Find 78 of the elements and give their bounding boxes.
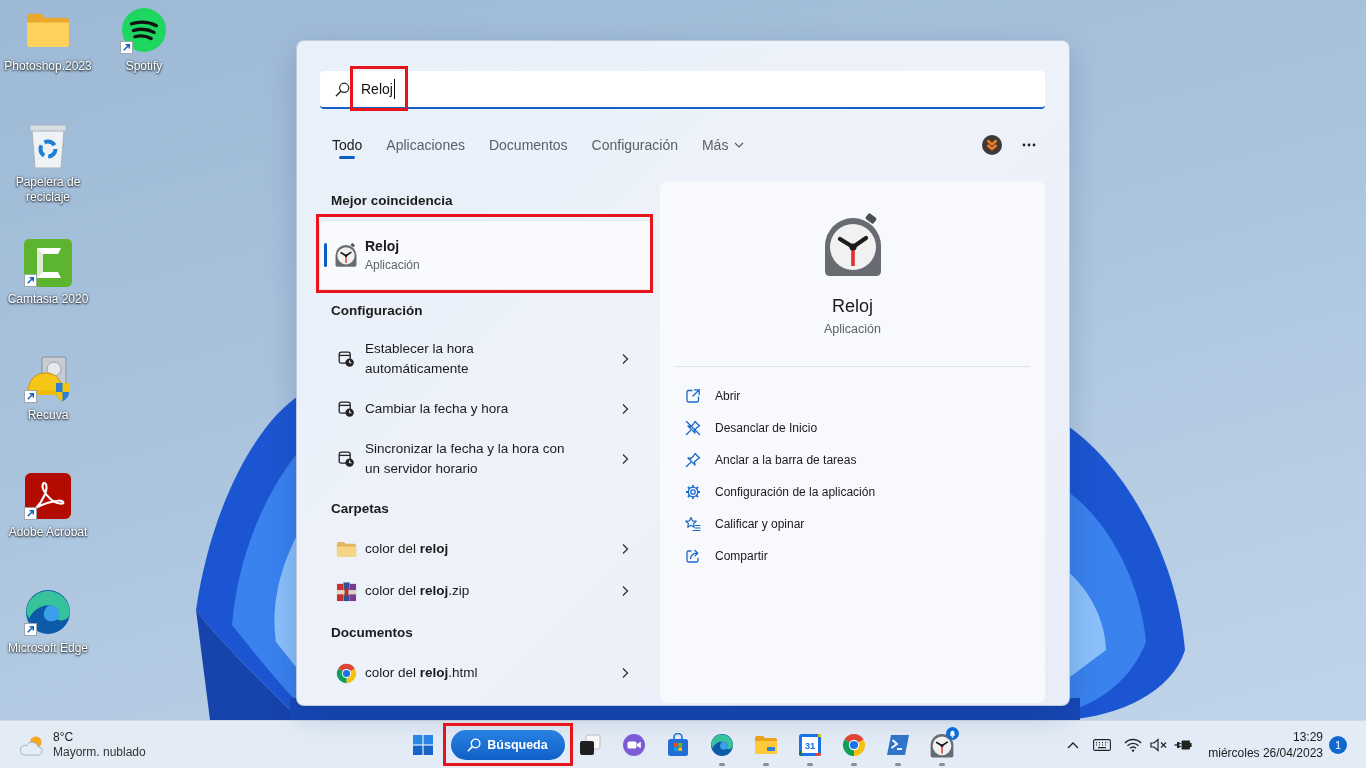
- calendar-clock-icon: [338, 401, 354, 417]
- section-heading: Configuración: [330, 302, 423, 320]
- app-type: Aplicación: [824, 321, 881, 338]
- result-item[interactable]: Establecer la hora automáticamente: [320, 331, 650, 387]
- tricolor-circle-icon[interactable]: [841, 733, 866, 757]
- action-item[interactable]: Anclar a la barra de tareas: [675, 444, 1030, 476]
- filter-tab[interactable]: Documentos: [476, 128, 580, 162]
- chevron-icon: [621, 403, 629, 415]
- bracket-tile-icon: [24, 238, 72, 287]
- video-camera-circle-icon[interactable]: [621, 733, 646, 757]
- wifi-icon[interactable]: [1124, 738, 1143, 752]
- action-item[interactable]: Desanclar de Inicio: [675, 412, 1030, 444]
- filter-tab[interactable]: Todo: [320, 128, 375, 162]
- overlapping-squares-icon[interactable]: [578, 734, 601, 756]
- chevron-icon: [621, 353, 629, 365]
- clock-icon: [334, 243, 358, 267]
- action-item[interactable]: Abrir: [675, 380, 1030, 412]
- terminal-icon[interactable]: [885, 734, 910, 756]
- search-icon: [467, 738, 482, 752]
- action-item[interactable]: Compartir: [675, 540, 1030, 572]
- chevron-up-icon[interactable]: [1067, 741, 1080, 749]
- result-item[interactable]: Sincronizar la fecha y la hora con un servidor horario: [320, 431, 650, 487]
- keyboard-icon[interactable]: [1093, 739, 1112, 751]
- shopping-bag-icon[interactable]: [665, 733, 690, 757]
- result-item[interactable]: Cambiar la fecha y hora: [320, 389, 650, 429]
- muted-speaker-icon[interactable]: [1150, 738, 1169, 752]
- section-heading: Documentos: [330, 624, 413, 642]
- calendar-clock-icon: [338, 451, 354, 467]
- profile-avatar-icon[interactable]: [982, 135, 1002, 155]
- folder-icon: [335, 540, 357, 558]
- chevron-down-icon: [734, 142, 745, 148]
- notification-count[interactable]: 1: [1329, 736, 1347, 754]
- pin-icon: [685, 452, 701, 468]
- chevron-icon: [621, 585, 629, 597]
- action-item[interactable]: Calificar y opinar: [675, 508, 1030, 540]
- tricolor-circle-icon: [335, 662, 357, 684]
- wave-swirl-icon[interactable]: [709, 733, 734, 757]
- result-item[interactable]: Reloj Aplicación: [320, 221, 650, 289]
- book-stack-icon: [335, 580, 357, 602]
- result-item[interactable]: color del reloj: [320, 529, 650, 569]
- share-icon: [685, 548, 701, 564]
- weather-condition[interactable]: Mayorm. nublado: [53, 745, 146, 760]
- clock-time[interactable]: 13:29: [1292, 729, 1323, 745]
- chevron-icon: [621, 667, 629, 679]
- result-item[interactable]: color del reloj.html: [320, 653, 650, 693]
- sound-waves-circle-icon: [121, 7, 167, 53]
- pin-slash-icon: [685, 420, 701, 436]
- search-icon: [335, 81, 350, 97]
- filter-tab[interactable]: Configuración: [579, 128, 690, 162]
- wave-swirl-icon: [24, 587, 72, 636]
- recycle-bin-icon: [28, 122, 68, 171]
- selection-indicator: [324, 243, 327, 267]
- calendar-clock-icon: [338, 351, 354, 367]
- temperature-text[interactable]: 8°C: [53, 730, 74, 745]
- plug-battery-icon[interactable]: [1174, 738, 1193, 752]
- section-heading: Carpetas: [330, 500, 389, 518]
- search-button[interactable]: Búsqueda: [450, 730, 565, 760]
- settings-icon: [685, 484, 701, 500]
- result-item[interactable]: color del reloj.zip: [320, 571, 650, 611]
- external-link-icon: [685, 388, 701, 404]
- clock-icon[interactable]: [928, 732, 955, 758]
- action-item[interactable]: Configuración de la aplicación: [675, 476, 1030, 508]
- app-title: Reloj: [832, 295, 873, 318]
- clock-date[interactable]: miércoles 26/04/2023: [1208, 745, 1323, 761]
- folder-icon: [25, 11, 71, 49]
- filter-tab[interactable]: Más: [689, 128, 757, 162]
- star-lines-icon: [685, 516, 701, 532]
- section-heading: Mejor coincidencia: [330, 192, 453, 210]
- four-panes-icon[interactable]: [412, 735, 433, 755]
- ribbon-tile-icon: [25, 472, 71, 519]
- filter-tab[interactable]: Aplicaciones: [374, 128, 477, 162]
- chevron-icon: [621, 453, 629, 465]
- chevron-icon: [621, 543, 629, 555]
- selection-indicator: [339, 156, 356, 159]
- folder-icon[interactable]: [753, 735, 778, 755]
- more-icon: [1022, 143, 1036, 147]
- calendar-icon[interactable]: 31: [797, 733, 822, 757]
- search-field[interactable]: Reloj: [320, 71, 1045, 109]
